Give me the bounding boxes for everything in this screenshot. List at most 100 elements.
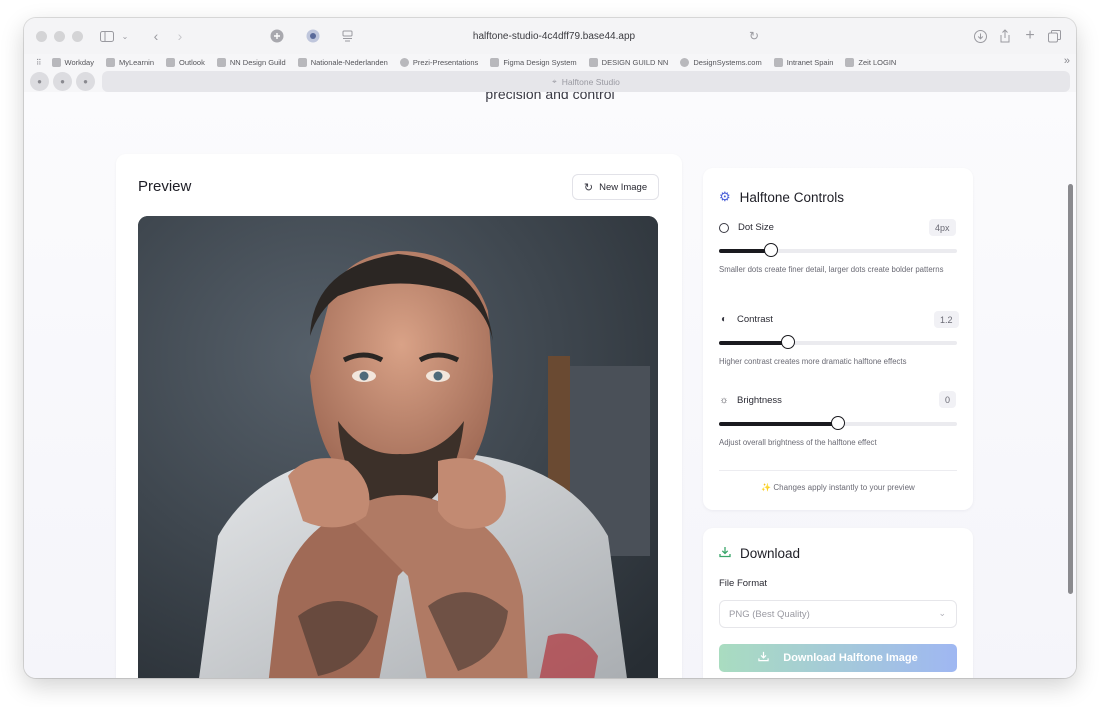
bookmark-nationale-nederlanden[interactable]: Nationale-Nederlanden [297,57,388,67]
pinned-tab-2[interactable]: ● [53,72,72,91]
browser-window: ⌄ ‹ › halftone-studio-4c4dff79.base44.ap… [24,18,1076,678]
privacy-icon[interactable] [304,26,322,46]
downloads-icon[interactable] [972,26,988,46]
download-button-label: Download Halftone Image [783,652,918,664]
new-image-label: New Image [599,181,648,193]
bookmark-nn-design-guild[interactable]: NN Design Guild [216,57,286,67]
dot-size-hint: Smaller dots create finer detail, larger… [719,265,944,274]
design-guild-nn-icon [588,57,598,67]
nationale-nederlanden-icon [297,57,307,67]
pinned-tab-3[interactable]: ● [76,72,95,91]
apps-grid-icon[interactable]: ⠿ [36,58,42,67]
sidebar-toggle-icon[interactable] [94,26,120,46]
intranet-spain-icon [773,57,783,67]
refresh-icon: ↻ [583,181,594,194]
brightness-fill [719,422,838,426]
bookmark-intranet-spain[interactable]: Intranet Spain [773,57,834,67]
bookmark-label: Workday [64,57,94,67]
share-icon[interactable] [997,26,1013,46]
tab-halftone-studio[interactable]: ⌖ Halftone Studio [102,71,1070,92]
bookmarks-bar: ⠿ Workday MyLearnin Outlook NN Design Gu… [24,54,1076,70]
browser-toolbar: ⌄ ‹ › halftone-studio-4c4dff79.base44.ap… [24,18,1076,54]
new-image-button[interactable]: ↻ New Image [572,174,659,200]
mylearnin-icon [105,57,115,67]
reload-icon[interactable]: ↻ [746,26,762,46]
extension-icon[interactable] [268,26,286,46]
controls-title: Halftone Controls [739,189,844,205]
close-window-button[interactable] [36,31,47,42]
bookmark-workday[interactable]: Workday [51,57,94,67]
brightness-slider[interactable] [719,416,957,430]
sun-icon: ☼ [719,395,729,406]
bookmark-label: Prezi-Presentations [412,57,479,67]
download-icon [719,546,731,561]
pinned-tab-icon: ● [60,77,65,86]
pinned-tab-icon: ● [37,77,42,86]
figma-icon [490,57,500,67]
more-bookmarks-icon[interactable]: » [1064,55,1070,67]
tab-row: ● ● ● ⌖ Halftone Studio [24,70,1076,92]
contrast-label: ◐ Contrast [719,314,773,325]
contrast-slider[interactable] [719,335,957,349]
bookmark-label: Zeit LOGIN [858,57,897,67]
preview-title: Preview [138,178,192,195]
file-format-value: PNG (Best Quality) [729,608,810,620]
chevron-down-icon: ⌄ [938,608,946,618]
bookmark-figma[interactable]: Figma Design System [490,57,577,67]
download-header: Download [719,546,800,561]
brightness-value-badge: 0 [939,391,957,408]
brightness-label-text: Brightness [737,395,782,406]
bookmark-label: Intranet Spain [786,57,834,67]
bookmark-label: Outlook [179,57,205,67]
brightness-hint: Adjust overall brightness of the halfton… [719,438,877,447]
dot-size-label: Dot Size [719,222,774,233]
bookmark-design-guild-nn[interactable]: DESIGN GUILD NN [588,57,668,67]
tab-title: Halftone Studio [561,76,620,87]
contrast-icon: ◐ [720,314,728,325]
nn-design-guild-icon [216,57,226,67]
pinned-tab-1[interactable]: ● [30,72,49,91]
dot-size-label-text: Dot Size [738,222,774,233]
file-format-select[interactable]: PNG (Best Quality) ⌄ [719,600,957,628]
preview-image [138,216,658,678]
url-text: halftone-studio-4c4dff79.base44.app [472,30,636,42]
dot-size-slider[interactable] [719,243,957,257]
bookmark-designsystems[interactable]: DesignSystems.com [680,57,762,67]
dot-size-value-badge: 4px [929,219,956,236]
bookmark-label: NN Design Guild [229,57,286,67]
circle-icon [719,222,729,233]
instant-apply-note: ✨ Changes apply instantly to your previe… [761,483,915,492]
address-bar[interactable]: halftone-studio-4c4dff79.base44.app [344,25,764,47]
download-title: Download [740,546,801,561]
zoom-window-button[interactable] [72,31,83,42]
controls-header: ⚙ Halftone Controls [719,189,844,205]
bookmark-label: DesignSystems.com [693,57,762,67]
contrast-label-text: Contrast [737,314,773,325]
contrast-fill [719,341,789,345]
scrollbar-thumb[interactable] [1068,184,1073,594]
back-arrow-icon[interactable]: ‹ [148,26,164,46]
brightness-label: ☼ Brightness [719,395,782,406]
tab-overview-icon[interactable] [1046,26,1062,46]
download-halftone-button[interactable]: Download Halftone Image [719,644,957,672]
bookmark-outlook[interactable]: Outlook [166,57,205,67]
tab-favicon-icon: ⌖ [552,76,557,86]
contrast-value-badge: 1.2 [934,311,959,328]
download-icon [758,651,769,665]
controls-divider [719,470,957,471]
chevron-down-icon[interactable]: ⌄ [120,26,130,46]
gear-icon: ⚙ [719,189,731,204]
forward-arrow-icon[interactable]: › [172,26,188,46]
zeit-login-icon [845,57,855,67]
bookmark-mylearnin[interactable]: MyLearnin [105,57,154,67]
contrast-thumb[interactable] [781,335,796,349]
minimize-window-button[interactable] [54,31,65,42]
brightness-thumb[interactable] [831,416,845,430]
bookmark-prezi[interactable]: Prezi-Presentations [399,57,479,67]
page-content: precision and control Preview ↻ New Imag… [24,92,1076,678]
new-tab-icon[interactable]: + [1022,26,1038,46]
bookmark-label: MyLearnin [118,57,154,67]
bookmark-zeit-login[interactable]: Zeit LOGIN [845,57,897,67]
pinned-tab-icon: ● [83,77,88,86]
bookmark-label: Figma Design System [503,57,577,67]
